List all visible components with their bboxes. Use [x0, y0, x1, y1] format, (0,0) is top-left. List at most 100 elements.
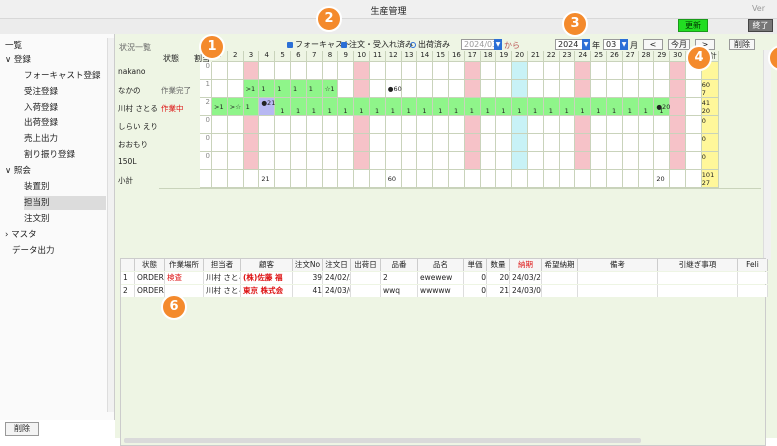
shipped-radio[interactable]: 出荷済み — [410, 39, 450, 50]
table-cell[interactable] — [738, 285, 768, 297]
table-header[interactable]: 品名 — [418, 259, 464, 271]
table-cell[interactable]: 2 — [121, 285, 135, 297]
grid-day-cell — [480, 116, 497, 134]
table-cell[interactable]: 21 — [487, 285, 510, 297]
sidebar-item[interactable]: 割り振り登録 — [24, 148, 75, 162]
month-dropdown-icon[interactable]: ▼ — [620, 39, 628, 50]
callout-3: 3 — [562, 11, 588, 37]
table-cell[interactable] — [351, 285, 381, 297]
table-header[interactable]: 品番 — [381, 259, 418, 271]
grid-mark-one: 1 — [296, 107, 301, 115]
order-label: 注文・受入れ済み — [349, 40, 413, 49]
sidebar-item[interactable]: 入荷登録 — [24, 101, 58, 115]
table-header[interactable]: 状態 — [135, 259, 165, 271]
date-dropdown-icon[interactable]: ▼ — [494, 39, 502, 50]
table-cell[interactable]: 24/02/20 — [323, 272, 351, 284]
table-header[interactable]: 出荷日 — [351, 259, 381, 271]
order-checkbox[interactable]: 注文・受入れ済み — [341, 39, 413, 50]
update-button[interactable]: 更新 — [678, 19, 708, 32]
grid-day-cell — [449, 80, 465, 98]
table-cell[interactable] — [542, 272, 578, 284]
table-cell[interactable] — [578, 285, 658, 297]
table-cell[interactable] — [351, 272, 381, 284]
table-cell[interactable]: 24/03/04 — [323, 285, 351, 297]
grid-day-cell — [528, 116, 544, 134]
sidebar-item[interactable]: 担当別 — [24, 196, 106, 210]
grid-day-cell — [559, 116, 576, 134]
table-cell[interactable] — [658, 272, 738, 284]
grid-mark: 21 — [261, 175, 270, 183]
sidebar-item[interactable]: 注文別 — [24, 212, 50, 226]
sidebar-item[interactable]: ∨ 登録 — [5, 53, 31, 67]
prev-month-button[interactable]: < — [643, 39, 663, 50]
sidebar-item[interactable]: 受注登録 — [24, 85, 58, 99]
month-input[interactable]: 03 — [603, 39, 621, 50]
table-header[interactable]: 希望納期 — [542, 259, 578, 271]
grid-day-cell — [449, 134, 465, 152]
end-button[interactable]: 終了 — [748, 19, 773, 32]
sidebar-item[interactable]: 売上出力 — [24, 132, 58, 146]
table-cell[interactable]: wwq — [381, 285, 418, 297]
sidebar-item[interactable]: 出荷登録 — [24, 116, 58, 130]
table-cell[interactable]: 川村 さとる — [204, 285, 241, 297]
table-cell[interactable]: 検査 — [165, 272, 204, 284]
table-header[interactable] — [121, 259, 135, 271]
sidebar-delete-button[interactable]: 削除 — [5, 422, 39, 436]
table-cell[interactable]: 0 — [464, 285, 487, 297]
grid-day-cell — [306, 134, 323, 152]
sidebar-item[interactable]: フォーキャスト登録 — [24, 69, 101, 83]
grid-vscrollbar[interactable] — [763, 50, 771, 260]
table-cell[interactable]: 24/03/04 — [510, 285, 542, 297]
table-cell[interactable]: 東京 株式会 — [241, 285, 293, 297]
table-header[interactable]: 数量 — [487, 259, 510, 271]
table-hscrollbar[interactable] — [124, 438, 641, 443]
table-cell[interactable]: (株)佐藤 福 — [241, 272, 293, 284]
table-cell[interactable]: 24/03/29 — [510, 272, 542, 284]
table-header[interactable]: 担当者 — [204, 259, 241, 271]
grid-day-cell — [670, 62, 686, 80]
table-header[interactable]: 注文日 — [323, 259, 351, 271]
table-header[interactable]: 作業場所 — [165, 259, 204, 271]
table-cell[interactable]: wwwww — [418, 285, 464, 297]
table-cell[interactable]: 1 — [121, 272, 135, 284]
table-cell[interactable] — [542, 285, 578, 297]
table-cell[interactable]: ewewew — [418, 272, 464, 284]
grid-mark-one: 1 — [533, 107, 538, 115]
table-cell[interactable]: ORDER — [135, 285, 165, 297]
table-header[interactable]: 引継ぎ事項 — [658, 259, 738, 271]
sidebar-item[interactable]: データ出力 — [12, 244, 55, 258]
year-dropdown-icon[interactable]: ▼ — [582, 39, 590, 50]
sidebar-item[interactable]: 装置別 — [24, 180, 50, 194]
table-header[interactable]: 備考 — [578, 259, 658, 271]
sidebar-item[interactable]: ∨ 照会 — [5, 164, 31, 178]
this-month-button[interactable]: 今月 — [668, 39, 690, 50]
grid-day-header: 8 — [322, 51, 339, 62]
table-header[interactable]: 納期 — [510, 259, 542, 271]
table-cell[interactable]: 20 — [487, 272, 510, 284]
grid-row-state: 作業完了 — [161, 86, 191, 95]
grid-day-cell — [670, 98, 686, 116]
sidebar-scrollbar[interactable] — [107, 38, 114, 412]
table-cell[interactable]: 川村 さとる — [204, 272, 241, 284]
table-cell[interactable] — [658, 285, 738, 297]
sidebar-item[interactable]: › マスタ — [5, 228, 37, 242]
grid-day-header: 4 — [259, 51, 276, 62]
table-header[interactable]: 顧客 — [241, 259, 293, 271]
table-cell[interactable]: 2 — [381, 272, 418, 284]
table-cell[interactable]: 41 — [293, 285, 323, 297]
grid-day-cell — [306, 152, 323, 170]
grid-delete-button[interactable]: 削除 — [729, 39, 755, 50]
table-cell[interactable]: ORDER — [135, 272, 165, 284]
table-header[interactable]: 単価 — [464, 259, 487, 271]
date-input[interactable]: 2024/03 — [461, 39, 497, 50]
table-cell[interactable] — [738, 272, 768, 284]
table-cell[interactable]: 39 — [293, 272, 323, 284]
year-input[interactable]: 2024 — [555, 39, 583, 50]
table-cell[interactable]: 0 — [464, 272, 487, 284]
table-header[interactable]: 注文No — [293, 259, 323, 271]
table-cell[interactable] — [578, 272, 658, 284]
grid-day-cell — [512, 116, 528, 134]
sidebar-item[interactable]: 一覧 — [5, 39, 22, 53]
table-header[interactable]: Feli — [738, 259, 768, 271]
grid-day-cell — [686, 98, 702, 116]
